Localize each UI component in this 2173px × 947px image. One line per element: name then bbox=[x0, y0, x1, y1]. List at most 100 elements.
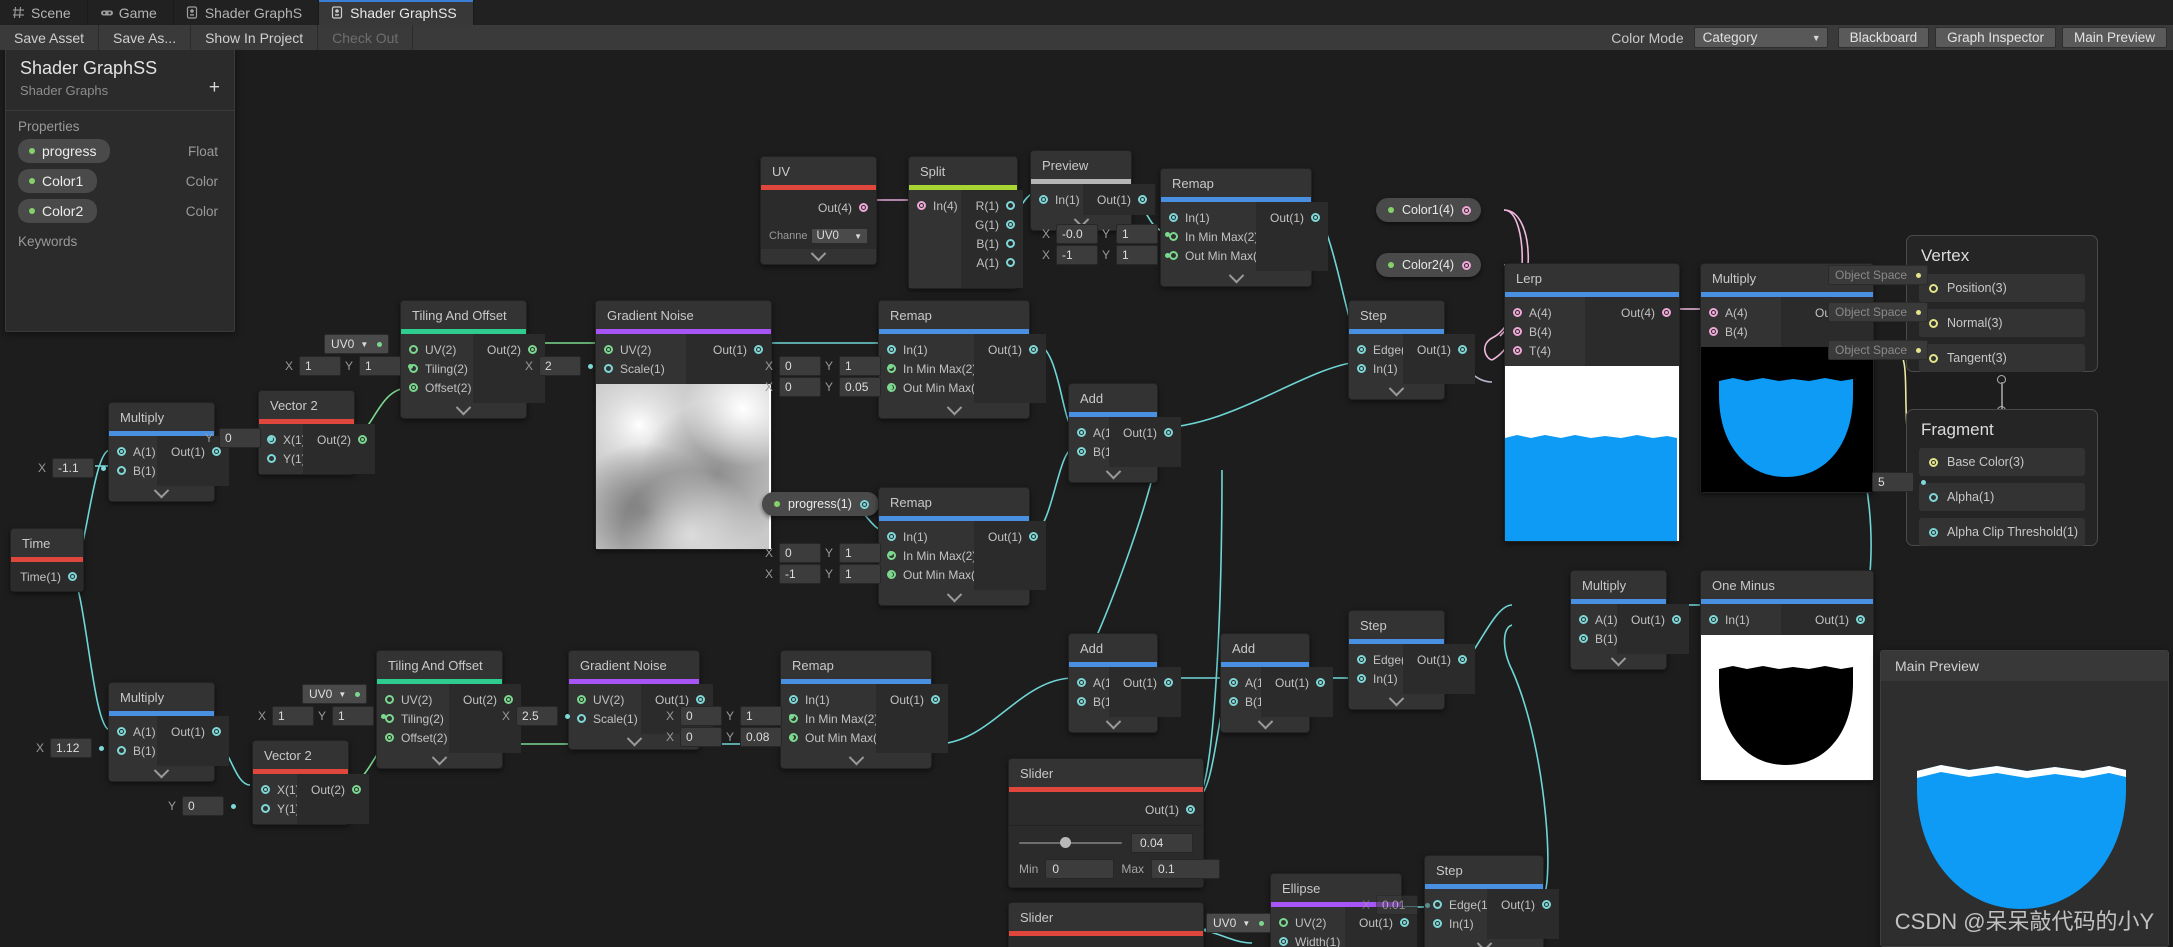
value-x[interactable]: 0.01 bbox=[1376, 895, 1419, 915]
port-dot-icon[interactable] bbox=[117, 447, 126, 456]
node-preview[interactable]: Preview In(1) Out(1) bbox=[1030, 150, 1156, 231]
port-b[interactable]: B(1) bbox=[1069, 442, 1116, 461]
port-dot-icon[interactable] bbox=[1006, 258, 1015, 267]
port-dot-icon[interactable] bbox=[385, 695, 394, 704]
value-y[interactable]: 1 bbox=[1116, 245, 1159, 265]
port-dot-icon[interactable] bbox=[1316, 678, 1326, 687]
port-dot-icon[interactable] bbox=[931, 695, 941, 704]
vertex-row-normal[interactable]: Normal(3) bbox=[1919, 309, 2085, 337]
value-y[interactable]: 1 bbox=[740, 706, 783, 726]
node-collapse[interactable] bbox=[1069, 463, 1157, 482]
save-as-button[interactable]: Save As... bbox=[99, 25, 192, 50]
remap-1-out-min-max-field[interactable]: X 0 Y 0.05 bbox=[765, 377, 894, 397]
value-x[interactable]: 0 bbox=[779, 356, 822, 376]
node-vector2-2[interactable]: Vector 2 X(1) Y(1) Out(2) bbox=[252, 740, 370, 825]
port-out-min-max[interactable]: Out Min Max(2) bbox=[781, 728, 888, 747]
main-preview-toggle[interactable]: Main Preview bbox=[2061, 27, 2167, 48]
port-out[interactable]: Out(1) bbox=[1403, 340, 1475, 359]
node-split[interactable]: Split In(4) R(1) G(1) B(1) A(1) bbox=[908, 156, 1023, 289]
alpha-clip-value-field[interactable]: 5 bbox=[1872, 472, 1926, 492]
port-dot-icon[interactable] bbox=[1513, 327, 1522, 336]
tiling-offset-1-tiling-field[interactable]: X 1 Y 1 bbox=[285, 356, 414, 376]
node-property-color2[interactable]: Color2(4) bbox=[1376, 253, 1482, 277]
node-property-color1[interactable]: Color1(4) bbox=[1376, 198, 1482, 222]
port-out[interactable]: Out(1) bbox=[1345, 913, 1417, 932]
port-dot-icon[interactable] bbox=[577, 695, 586, 704]
node-collapse[interactable] bbox=[1349, 690, 1444, 709]
value-x[interactable]: 2 bbox=[539, 356, 582, 376]
port-dot-icon[interactable] bbox=[261, 804, 270, 813]
port-dot-icon[interactable] bbox=[859, 499, 869, 509]
port-dot-icon[interactable] bbox=[1138, 195, 1148, 204]
tab-game[interactable]: Game bbox=[87, 0, 174, 25]
port-dot-icon[interactable] bbox=[887, 532, 896, 541]
node-step-2[interactable]: Step Edge(1) In(1) Out(1) bbox=[1348, 610, 1476, 710]
port-dot-icon[interactable] bbox=[385, 733, 394, 742]
slider-1-min-value[interactable]: 0 bbox=[1045, 859, 1115, 879]
port-dot-icon[interactable] bbox=[604, 364, 613, 373]
port-dot-icon[interactable] bbox=[696, 695, 706, 704]
blackboard-panel[interactable]: Shader GraphSS Shader Graphs + Propertie… bbox=[5, 50, 235, 332]
port-in-min-max[interactable]: In Min Max(2) bbox=[1161, 227, 1258, 246]
port-dot-icon[interactable] bbox=[68, 572, 77, 581]
node-remap-3[interactable]: Remap In(1) In Min Max(2) Out Min Max(2)… bbox=[780, 650, 949, 769]
port-dot-icon[interactable] bbox=[212, 727, 222, 736]
node-lerp[interactable]: Lerp A(4) B(4) T(4) Out(4) bbox=[1504, 263, 1680, 542]
node-uv[interactable]: UV Out(4) Channe UV0 ▼ bbox=[760, 156, 877, 265]
port-y[interactable]: Y(1) bbox=[253, 799, 300, 818]
vertex-row-position[interactable]: Position(3) bbox=[1919, 274, 2085, 302]
remap-top-in-min-max-field[interactable]: X -0.0 Y 1 bbox=[1042, 224, 1171, 244]
value-x[interactable]: 1.12 bbox=[50, 738, 93, 758]
value-x[interactable]: 1 bbox=[272, 706, 315, 726]
port-dot-icon[interactable] bbox=[917, 201, 926, 210]
port-out[interactable]: Out(1) bbox=[1487, 895, 1559, 914]
uv-channel-dropdown[interactable]: UV0 ▼ bbox=[810, 228, 868, 244]
node-time[interactable]: Time Time(1) bbox=[10, 528, 84, 592]
value-y[interactable]: 1 bbox=[839, 356, 882, 376]
port-a[interactable]: A(1) bbox=[1221, 673, 1268, 692]
tiling-offset-2-tiling-field[interactable]: X 1 Y 1 bbox=[258, 706, 387, 726]
port-in[interactable]: In(1) bbox=[1349, 359, 1403, 378]
node-collapse[interactable] bbox=[781, 749, 931, 768]
port-out[interactable]: Out(1) bbox=[1083, 190, 1155, 209]
node-one-minus[interactable]: One Minus In(1) Out(1) bbox=[1700, 570, 1874, 781]
port-in[interactable]: In(1) bbox=[1161, 208, 1256, 227]
port-a[interactable]: A(4) bbox=[1505, 303, 1585, 322]
value-x[interactable]: 0 bbox=[779, 377, 822, 397]
node-property-progress[interactable]: progress(1) bbox=[762, 492, 879, 516]
port-dot-icon[interactable] bbox=[1672, 615, 1682, 624]
port-dot-icon[interactable] bbox=[1929, 457, 1938, 467]
value-x[interactable]: -1 bbox=[1056, 245, 1099, 265]
port-in-min-max[interactable]: In Min Max(2) bbox=[879, 359, 976, 378]
color-mode-dropdown[interactable]: Category ▼ bbox=[1693, 27, 1828, 48]
port-out[interactable]: Out(1) bbox=[876, 690, 948, 709]
port-dot-icon[interactable] bbox=[358, 435, 368, 444]
port-a[interactable]: A(1) bbox=[1571, 610, 1618, 629]
vector2-1-y-field[interactable]: Y 0 bbox=[205, 428, 274, 448]
port-b[interactable]: B(1) bbox=[1221, 692, 1268, 711]
port-uv[interactable]: UV(2) bbox=[1271, 913, 1345, 932]
value-x[interactable]: 0 bbox=[680, 727, 723, 747]
port-dot-icon[interactable] bbox=[1164, 428, 1174, 437]
gradient-noise-1-scale-field[interactable]: X 2 bbox=[525, 356, 594, 376]
port-in[interactable]: In(1) bbox=[781, 690, 876, 709]
port-dot-icon[interactable] bbox=[1579, 634, 1588, 643]
node-slider-1[interactable]: Slider Out(1) 0.04 Min 0 Max 0.1 bbox=[1008, 758, 1221, 888]
port-dot-icon[interactable] bbox=[1006, 239, 1015, 248]
ellipse-width-field[interactable]: X 0.01 bbox=[1362, 895, 1431, 915]
port-y[interactable]: Y(1) bbox=[259, 449, 306, 468]
port-dot-icon[interactable] bbox=[1513, 346, 1522, 355]
ellipse-uv-dropdown[interactable]: UV0 ▼ bbox=[1206, 913, 1272, 933]
port-dot-icon[interactable] bbox=[1357, 674, 1366, 683]
port-dot-icon[interactable] bbox=[1929, 492, 1938, 502]
port-dot-icon[interactable] bbox=[1186, 805, 1195, 814]
value-y[interactable]: 0.08 bbox=[740, 727, 783, 747]
port-out[interactable]: Out(1) bbox=[1781, 610, 1873, 629]
slider-1-max-value[interactable]: 0.1 bbox=[1151, 859, 1221, 879]
node-remap-1[interactable]: Remap In(1) In Min Max(2) Out Min Max(2)… bbox=[878, 300, 1047, 419]
node-add-3[interactable]: Add A(1) B(1) Out(1) bbox=[1220, 633, 1334, 733]
port-scale[interactable]: Scale(1) bbox=[596, 359, 686, 378]
port-out[interactable]: Out(1) bbox=[1109, 423, 1181, 442]
port-edge[interactable]: Edge(1) bbox=[1349, 650, 1416, 669]
port-dot-icon[interactable] bbox=[1169, 232, 1178, 241]
